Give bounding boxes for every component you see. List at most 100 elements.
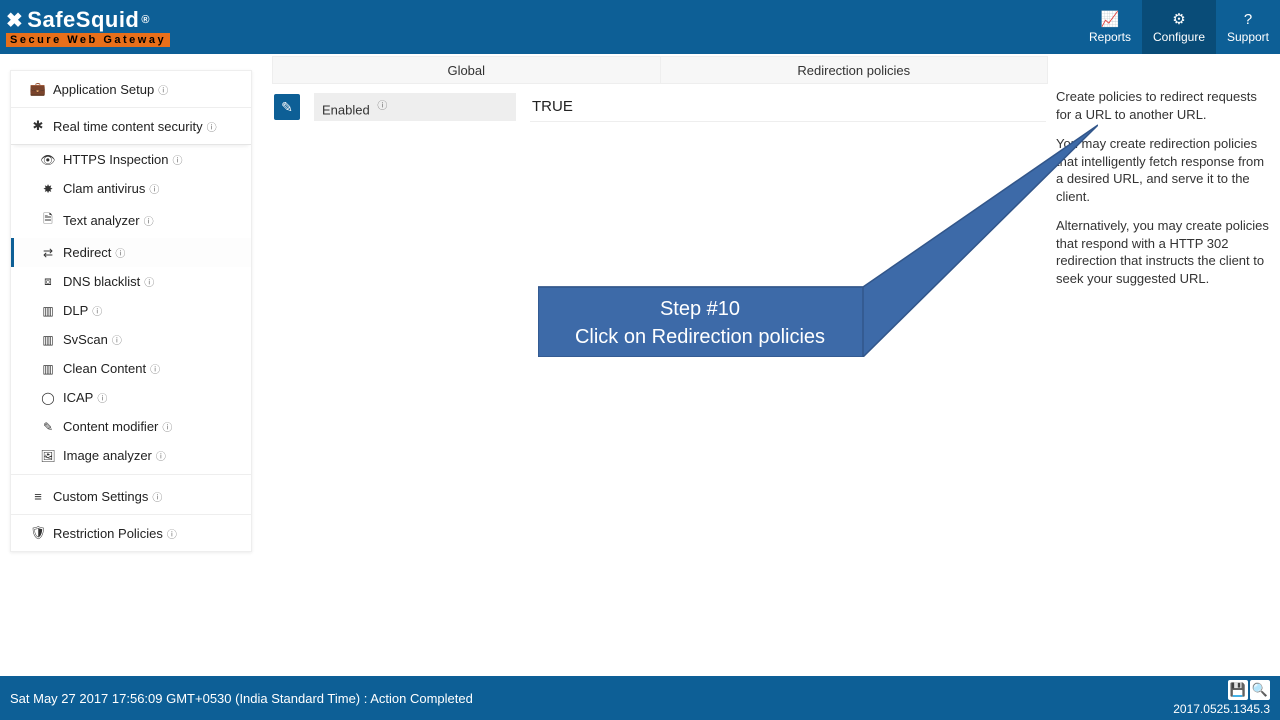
sidebar-item-content-modifier[interactable]: ✎ Content modifier ⓘ <box>11 412 251 441</box>
info-icon: ⓘ <box>158 82 168 97</box>
shield-icon: 🛡 <box>29 525 47 541</box>
sidebar-item-label: Image analyzer <box>63 448 152 463</box>
edit-button[interactable]: ✎ <box>274 94 300 120</box>
tab-global[interactable]: Global <box>273 57 661 83</box>
info-icon: ⓘ <box>149 181 159 196</box>
logo-text: SafeSquid <box>27 7 139 33</box>
config-value: TRUE <box>530 92 1046 122</box>
info-icon: ⓘ <box>92 303 102 318</box>
logo: ✖ SafeSquid ® Secure Web Gateway <box>6 7 170 47</box>
sidebar-item-label: Text analyzer <box>63 213 140 228</box>
sidebar-group-custom-settings[interactable]: ≡ Custom Settings ⓘ <box>11 479 251 515</box>
help-paragraph: You may create redirection policies that… <box>1056 135 1274 205</box>
sidebar-item-dns-blacklist[interactable]: ⧈ DNS blacklist ⓘ <box>11 267 251 296</box>
help-paragraph: Alternatively, you may create policies t… <box>1056 217 1274 287</box>
info-icon: ⓘ <box>377 101 387 112</box>
footer-version: 2017.0525.1345.3 <box>1173 702 1270 716</box>
sidebar-group-restriction-policies[interactable]: 🛡 Restriction Policies ⓘ <box>11 515 251 551</box>
help-panel: Create policies to redirect requests for… <box>1056 88 1274 299</box>
config-label-text: Enabled <box>322 102 370 117</box>
sidebar-item-label: ICAP <box>63 390 93 405</box>
https-inspection-icon: 👁 <box>39 153 57 167</box>
logo-subtitle: Secure Web Gateway <box>6 33 170 47</box>
edit-icon: ✎ <box>281 99 293 116</box>
sidebar-sublist: 👁 HTTPS Inspection ⓘ ✸ Clam antivirus ⓘ 🗎 Text … <box>11 145 251 470</box>
text-analyzer-icon: 🗎 <box>39 210 57 231</box>
tab-redirection-policies[interactable]: Redirection policies <box>661 57 1048 83</box>
reports-icon: 📈 <box>1101 10 1120 28</box>
nav-reports[interactable]: 📈 Reports <box>1078 0 1142 54</box>
callout-line1: Step #10 <box>660 298 740 320</box>
redirect-icon: ⇄ <box>39 246 57 260</box>
info-icon: ⓘ <box>207 119 217 134</box>
sidebar-item-text-analyzer[interactable]: 🗎 Text analyzer ⓘ <box>11 203 251 238</box>
sidebar-item-icap[interactable]: ◯ ICAP ⓘ <box>11 383 251 412</box>
main-panel: Global Redirection policies ✎ Enabled ⓘ … <box>266 54 1280 676</box>
sidebar-item-label: DNS blacklist <box>63 274 140 289</box>
tab-bar: Global Redirection policies <box>272 56 1048 84</box>
nav-label: Configure <box>1153 30 1205 44</box>
info-icon: ⓘ <box>115 245 125 260</box>
sidebar-label: Application Setup <box>53 82 154 97</box>
image-analyzer-icon: 🖼 <box>39 449 57 463</box>
nav-configure[interactable]: ⚙ Configure <box>1142 0 1216 54</box>
sidebar-item-redirect[interactable]: ⇄ Redirect ⓘ <box>11 238 251 267</box>
tab-label: Redirection policies <box>797 63 910 78</box>
sidebar-item-svscan[interactable]: ▥ SvScan ⓘ <box>11 325 251 354</box>
footer: Sat May 27 2017 17:56:09 GMT+0530 (India… <box>0 676 1280 720</box>
info-icon: ⓘ <box>156 448 166 463</box>
info-icon: ⓘ <box>152 489 162 504</box>
nav-support[interactable]: ? Support <box>1216 0 1280 54</box>
info-icon: ⓘ <box>112 332 122 347</box>
info-icon: ⓘ <box>144 274 154 289</box>
help-paragraph: Create policies to redirect requests for… <box>1056 88 1274 123</box>
save-button[interactable]: 💾 <box>1228 680 1248 700</box>
sidebar-item-label: Clam antivirus <box>63 181 145 196</box>
clean-content-icon: ▥ <box>39 362 57 376</box>
sidebar-item-label: SvScan <box>63 332 108 347</box>
nav-label: Reports <box>1089 30 1131 44</box>
nav-label: Support <box>1227 30 1269 44</box>
logo-registered: ® <box>141 14 150 26</box>
callout-line2: Click on Redirection policies <box>575 326 825 348</box>
content-modifier-icon: ✎ <box>39 420 57 434</box>
sidebar-group-application-setup[interactable]: 💼 Application Setup ⓘ <box>11 71 251 108</box>
info-icon: ⓘ <box>97 390 107 405</box>
tab-label: Global <box>447 63 485 78</box>
header-bar: ✖ SafeSquid ® Secure Web Gateway 📈 Repor… <box>0 0 1280 54</box>
sidebar-item-clean-content[interactable]: ▥ Clean Content ⓘ <box>11 354 251 383</box>
sliders-icon: ≡ <box>29 489 47 504</box>
header-nav: 📈 Reports ⚙ Configure ? Support <box>1078 0 1280 54</box>
info-icon: ⓘ <box>150 361 160 376</box>
sidebar-item-dlp[interactable]: ▥DLPⓘ <box>11 296 251 325</box>
star-icon: ✱ <box>29 118 47 134</box>
icap-icon: ◯ <box>39 391 57 405</box>
sidebar-item-label: Clean Content <box>63 361 146 376</box>
sidebar-item-label: Content modifier <box>63 419 158 434</box>
info-icon: ⓘ <box>144 213 154 228</box>
config-row: ✎ Enabled ⓘ TRUE <box>274 92 1046 122</box>
info-icon: ⓘ <box>167 526 177 541</box>
save-icon: 💾 <box>1230 682 1246 698</box>
sidebar-label: Custom Settings <box>53 489 148 504</box>
sidebar-label: Real time content security <box>53 119 203 134</box>
info-icon: ⓘ <box>162 419 172 434</box>
sidebar-item-label: HTTPS Inspection <box>63 152 169 167</box>
search-button[interactable]: 🔍 <box>1250 680 1270 700</box>
sidebar-group-realtime[interactable]: ✱ Real time content security ⓘ <box>11 108 251 145</box>
callout: Step #10 Click on Redirection policies <box>538 107 1098 357</box>
sidebar-item-label: Redirect <box>63 245 111 260</box>
sidebar-item-label: DLP <box>63 303 88 318</box>
dns-blacklist-icon: ⧈ <box>39 274 57 289</box>
sidebar-label: Restriction Policies <box>53 526 163 541</box>
sidebar-item-clam-antivirus[interactable]: ✸ Clam antivirus ⓘ <box>11 174 251 203</box>
briefcase-icon: 💼 <box>29 81 47 97</box>
sidebar-item-https-inspection[interactable]: 👁HTTPS Inspectionⓘ <box>11 145 251 174</box>
svscan-icon: ▥ <box>39 333 57 347</box>
footer-status: Sat May 27 2017 17:56:09 GMT+0530 (India… <box>10 691 473 706</box>
clam-antivirus-icon: ✸ <box>39 182 57 196</box>
sidebar: 💼 Application Setup ⓘ ✱ Real time conten… <box>10 70 252 552</box>
logo-icon: ✖ <box>6 8 23 33</box>
sidebar-item-image-analyzer[interactable]: 🖼 Image analyzer ⓘ <box>11 441 251 470</box>
search-icon: 🔍 <box>1252 682 1268 698</box>
